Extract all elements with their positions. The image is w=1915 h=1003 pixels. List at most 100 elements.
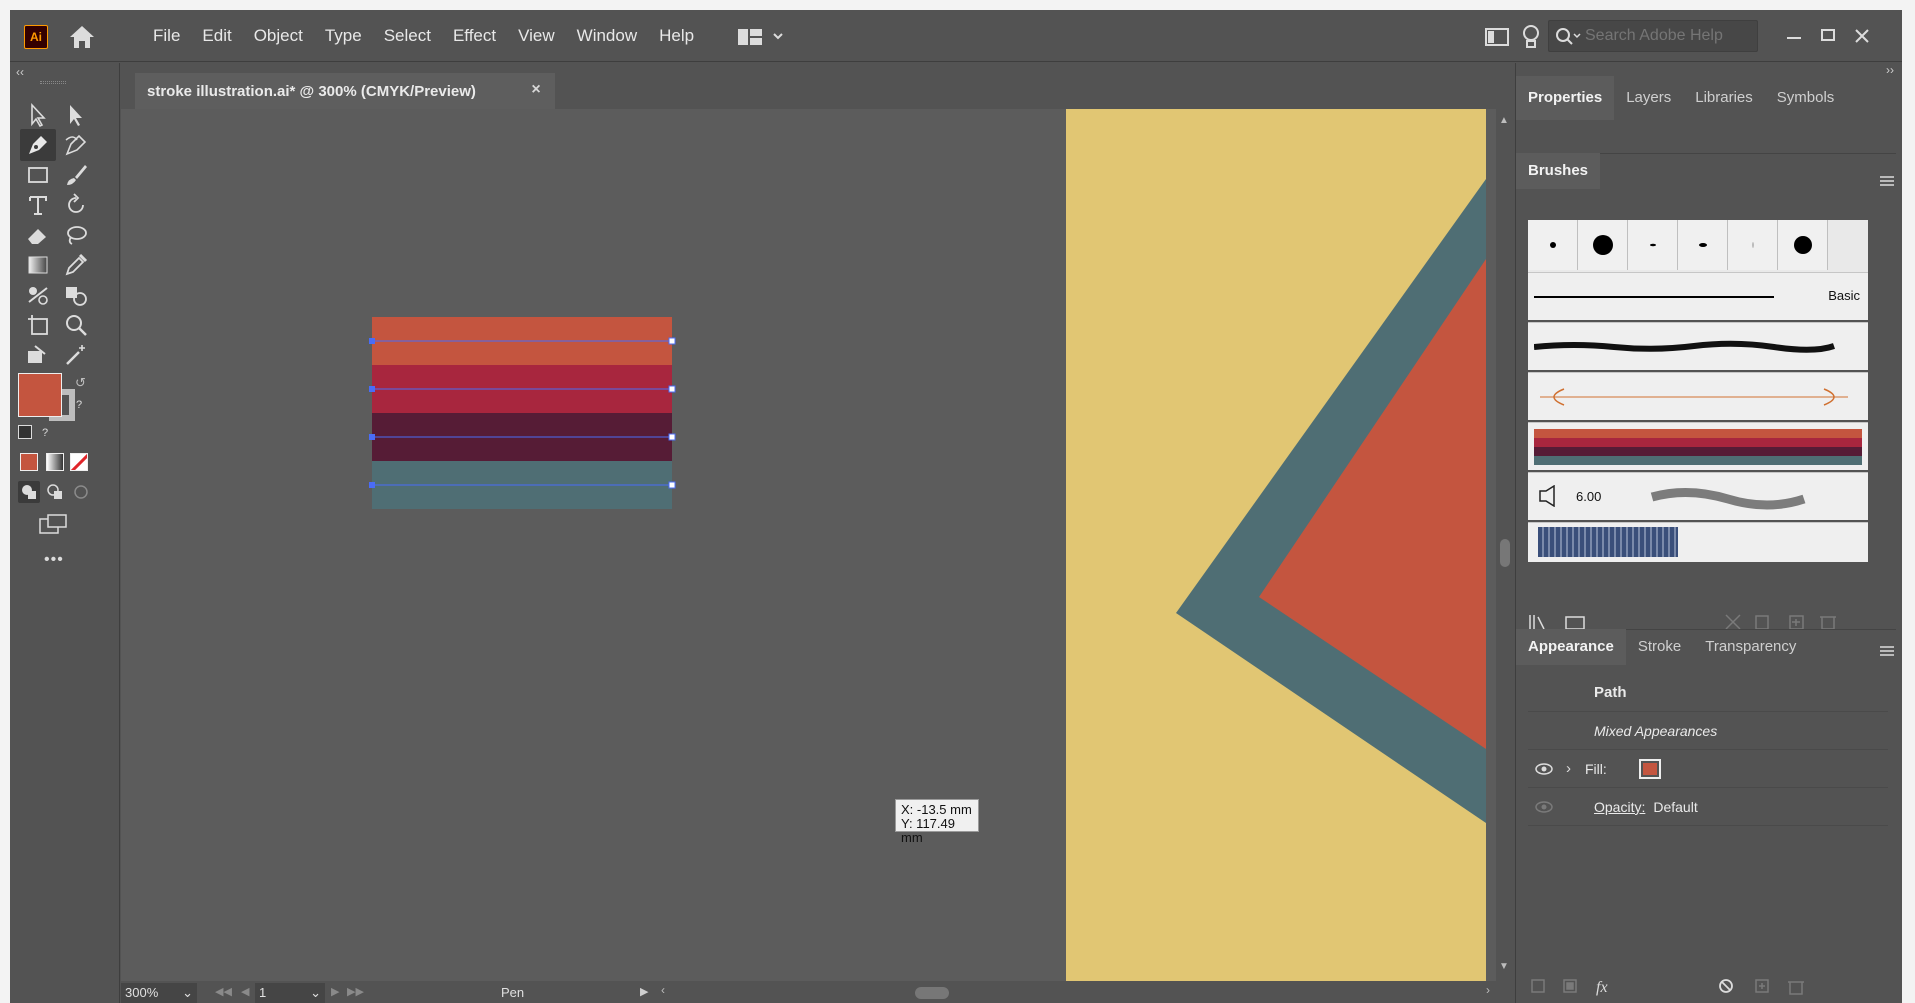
scroll-right-icon[interactable]: › (1486, 983, 1490, 997)
brushes-menu-icon[interactable] (1878, 174, 1896, 188)
tab-layers[interactable]: Layers (1614, 76, 1683, 120)
arrange-documents-icon[interactable] (1484, 26, 1510, 51)
eraser-tool-icon[interactable] (20, 219, 56, 251)
menu-help[interactable]: Help (648, 26, 705, 46)
artboard-tool-icon[interactable] (20, 309, 56, 341)
opacity-link[interactable]: Opacity: (1594, 799, 1645, 815)
brush-dot-medium[interactable] (1778, 220, 1828, 270)
status-menu-icon[interactable]: ▶ (640, 985, 648, 998)
swap-fill-stroke-icon[interactable]: ↺ (75, 375, 86, 391)
collapse-panels-icon[interactable]: ›› (1886, 63, 1894, 77)
rotate-tool-icon[interactable] (58, 189, 94, 221)
curvature-tool-icon[interactable] (58, 129, 94, 161)
fill-visibility-eye-icon[interactable] (1534, 762, 1554, 776)
fill-swatch[interactable] (18, 373, 62, 417)
rectangle-tool-icon[interactable] (20, 159, 56, 191)
color-mode-button[interactable] (20, 453, 38, 471)
vertical-scroll-thumb[interactable] (1500, 539, 1510, 567)
brush-charcoal[interactable] (1528, 322, 1868, 370)
appearance-fill-row[interactable]: › Fill: (1528, 750, 1888, 788)
tab-appearance[interactable]: Appearance (1516, 629, 1626, 665)
chevron-artwork[interactable] (1066, 109, 1486, 981)
menu-select[interactable]: Select (373, 26, 442, 46)
none-mode-button[interactable] (70, 453, 88, 471)
appearance-opacity-row[interactable]: Opacity: Default (1528, 788, 1888, 826)
draw-inside-icon[interactable] (70, 481, 92, 503)
menu-edit[interactable]: Edit (191, 26, 242, 46)
first-artboard-icon[interactable]: ◀◀ (215, 985, 232, 998)
discover-lightbulb-icon[interactable] (1520, 23, 1542, 54)
type-tool-icon[interactable] (20, 189, 56, 221)
gradient-tool-icon[interactable] (20, 249, 56, 281)
direct-selection-tool-icon[interactable] (58, 99, 94, 131)
brush-dot-small[interactable] (1528, 220, 1578, 270)
zoom-tool-icon[interactable] (58, 309, 94, 341)
menu-view[interactable]: View (507, 26, 566, 46)
menu-object[interactable]: Object (243, 26, 314, 46)
brush-arrow-decorative[interactable] (1528, 372, 1868, 420)
eyedropper-tool-icon[interactable] (58, 249, 94, 281)
edit-toolbar-icon[interactable]: ••• (44, 551, 64, 569)
zoom-dropdown-icon[interactable]: ⌄ (182, 983, 193, 1003)
minimize-icon[interactable] (1782, 24, 1806, 48)
brush-oval[interactable] (1678, 220, 1728, 270)
default-fill-stroke-icon[interactable] (18, 425, 32, 439)
canvas[interactable]: X: -13.5 mm Y: 117.49 mm (121, 109, 1496, 981)
tab-transparency[interactable]: Transparency (1693, 629, 1808, 665)
opacity-visibility-eye-icon[interactable] (1534, 800, 1554, 814)
brush-dash[interactable] (1628, 220, 1678, 270)
draw-behind-icon[interactable] (44, 481, 66, 503)
artboard-dropdown-icon[interactable]: ⌄ (310, 983, 321, 1003)
live-paint-bucket-icon[interactable] (20, 339, 56, 371)
blend-tool-icon[interactable] (20, 279, 56, 311)
selection-tool-icon[interactable] (20, 99, 56, 131)
home-icon[interactable] (68, 24, 96, 50)
scroll-left-icon[interactable]: ‹ (661, 983, 665, 997)
brush-dot-large[interactable] (1578, 220, 1628, 270)
collapse-toolbar-icon[interactable]: ‹‹ (16, 65, 24, 79)
maximize-icon[interactable] (1816, 24, 1840, 48)
search-input[interactable] (1585, 25, 1753, 47)
screen-mode-icon[interactable] (38, 513, 68, 537)
magic-wand-icon[interactable] (58, 339, 94, 371)
menu-type[interactable]: Type (314, 26, 373, 46)
gradient-mode-button[interactable] (46, 453, 64, 471)
vertical-scrollbar[interactable]: ▲ ▼ (1496, 109, 1514, 981)
search-adobe-help[interactable] (1548, 20, 1758, 52)
brush-faint[interactable] (1728, 220, 1778, 270)
scroll-down-icon[interactable]: ▼ (1499, 961, 1509, 972)
artboard[interactable] (1066, 109, 1486, 981)
next-artboard-icon[interactable]: ▶ (331, 985, 339, 998)
scroll-up-icon[interactable]: ▲ (1499, 115, 1509, 126)
close-window-icon[interactable] (1850, 24, 1874, 48)
paintbrush-tool-icon[interactable] (58, 159, 94, 191)
horizontal-scrollbar[interactable]: ‹ › (661, 983, 1499, 1001)
brush-basic[interactable]: Basic (1528, 272, 1868, 320)
pen-tool-icon[interactable] (20, 129, 56, 161)
expand-fill-chevron-icon[interactable]: › (1566, 760, 1571, 777)
tab-brushes[interactable]: Brushes (1516, 153, 1601, 189)
workspace-switcher-icon[interactable] (736, 24, 796, 50)
menu-effect[interactable]: Effect (442, 26, 507, 46)
toolbar-grip[interactable] (40, 81, 66, 84)
tab-properties[interactable]: Properties (1516, 76, 1615, 120)
previous-artboard-icon[interactable]: ◀ (241, 985, 249, 998)
brush-stripes-pattern[interactable] (1528, 422, 1868, 470)
tab-symbols[interactable]: Symbols (1765, 76, 1847, 120)
tab-libraries[interactable]: Libraries (1683, 76, 1765, 120)
last-artboard-icon[interactable]: ▶▶ (347, 985, 364, 998)
fill-color-swatch[interactable] (1638, 758, 1661, 779)
brush-pattern-border[interactable] (1528, 522, 1868, 562)
tab-stroke[interactable]: Stroke (1626, 629, 1693, 665)
appearance-menu-icon[interactable] (1878, 644, 1896, 658)
menu-file[interactable]: File (142, 26, 191, 46)
artboard-number-field[interactable]: 1 ⌄ (255, 983, 325, 1003)
menu-window[interactable]: Window (566, 26, 648, 46)
document-tab[interactable]: stroke illustration.ai* @ 300% (CMYK/Pre… (135, 73, 555, 109)
lasso-tool-icon[interactable] (58, 219, 94, 251)
draw-normal-icon[interactable] (18, 481, 40, 503)
zoom-level-field[interactable]: 300% ⌄ (121, 983, 197, 1003)
shape-builder-tool-icon[interactable] (58, 279, 94, 311)
close-document-icon[interactable]: × (527, 81, 545, 99)
horizontal-scroll-thumb[interactable] (915, 987, 949, 999)
